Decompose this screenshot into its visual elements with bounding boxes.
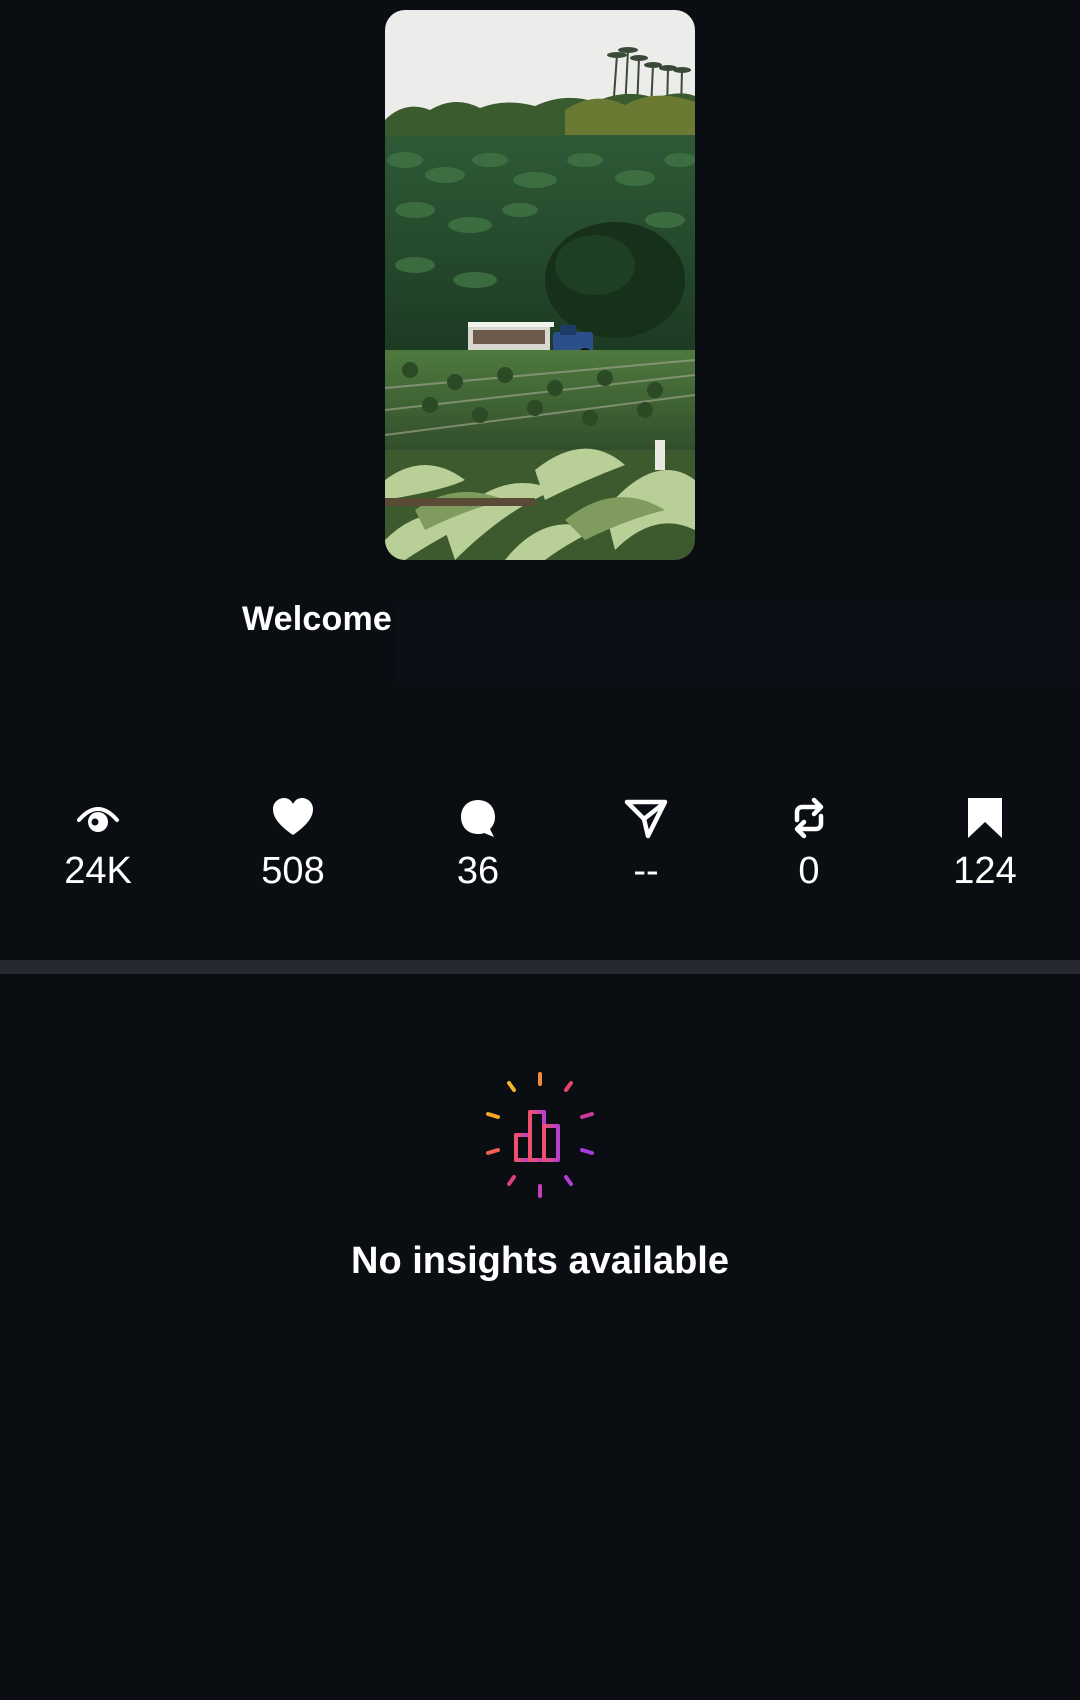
stat-reposts-value: 0 [798,850,820,892]
chart-sparkle-icon [486,1072,594,1198]
post-caption: Welcome [241,600,392,638]
stat-views[interactable]: 24K [28,796,168,892]
stat-comments[interactable]: 36 [408,796,548,892]
stat-shares[interactable]: -- [576,796,716,892]
stat-reposts[interactable]: 0 [739,796,879,892]
eye-icon [77,807,119,832]
stat-likes[interactable]: 508 [223,796,363,892]
share-icon [624,799,668,839]
post-stats-row: 24K 508 36 -- 0 124 [0,796,1080,906]
farm-landscape-image [385,10,695,560]
post-thumbnail[interactable] [385,10,695,560]
repost-icon [794,797,824,839]
caption-area [396,602,1080,682]
stat-saves[interactable]: 124 [915,796,1055,892]
stat-saves-value: 124 [953,850,1017,892]
stat-shares-value: -- [633,850,659,892]
stat-comments-value: 36 [456,850,500,892]
empty-insights-title: No insights available [351,1240,729,1282]
comment-icon [461,800,495,837]
stat-likes-value: 508 [261,850,325,892]
section-divider [0,960,1080,974]
bookmark-icon [968,798,1002,838]
heart-icon [273,798,313,835]
post-insights-screen: Welcome 24K 508 36 -- 0 124 No insights … [0,0,1080,1700]
stat-views-value: 24K [64,850,132,892]
